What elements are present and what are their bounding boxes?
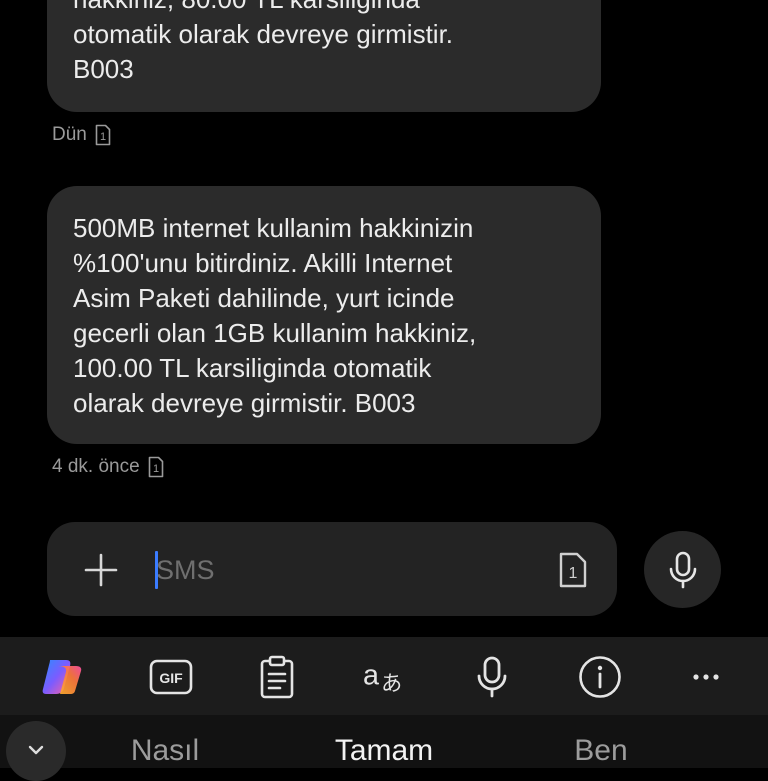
chevron-down-icon <box>28 745 44 755</box>
sim-card-icon: 1 <box>95 124 111 146</box>
message-line: gecerli olan 1GB kullanim hakkiniz, <box>73 318 477 348</box>
message-line: B003 <box>73 54 134 84</box>
sim-number: 1 <box>569 565 578 582</box>
word-suggestion-primary[interactable]: Tamam <box>299 731 469 771</box>
message-bubble[interactable]: hakkiniz, 80.00 TL karsiliginda otomatik… <box>47 0 601 112</box>
message-line: otomatik olarak devreye girmistir. <box>73 19 454 49</box>
clipboard-button[interactable] <box>255 655 299 699</box>
voice-typing-button[interactable] <box>470 655 514 699</box>
copilot-icon <box>42 660 82 694</box>
more-options-button[interactable] <box>684 655 728 699</box>
word-suggestion[interactable]: Nasıl <box>80 731 250 771</box>
message-line: %100'unu bitirdiniz. Akilli Internet <box>73 248 453 278</box>
gif-label: GIF <box>159 670 183 686</box>
voice-input-button[interactable] <box>644 531 721 608</box>
info-icon <box>579 656 621 698</box>
info-button[interactable] <box>578 655 622 699</box>
translate-label: a <box>363 660 379 692</box>
clipboard-icon <box>260 655 294 699</box>
message-meta: Dün 1 <box>52 124 111 146</box>
copilot-button[interactable] <box>40 655 84 699</box>
sim-number: 1 <box>100 131 106 143</box>
text-cursor <box>155 551 158 589</box>
translate-button[interactable]: a あ <box>362 655 406 699</box>
message-line: 100.00 TL karsiliginda otomatik <box>73 353 432 383</box>
message-line: 500MB internet kullanim hakkinizin <box>73 213 474 243</box>
sim-card-icon: 1 <box>148 456 163 478</box>
gif-icon: GIF <box>149 659 193 695</box>
collapse-keyboard-button[interactable] <box>6 721 66 781</box>
translate-label: あ <box>381 670 402 695</box>
plus-icon[interactable] <box>84 553 118 587</box>
translate-icon: a あ <box>363 660 402 696</box>
message-line: olarak devreye girmistir. B003 <box>73 388 416 418</box>
message-timestamp: Dün <box>52 124 87 145</box>
message-line: Asim Paketi dahilinde, yurt icinde <box>73 283 455 313</box>
microphone-icon <box>669 551 696 588</box>
more-icon <box>693 674 719 680</box>
microphone-icon <box>477 656 507 698</box>
message-line: hakkiniz, 80.00 TL karsiliginda <box>73 0 575 17</box>
word-suggestion[interactable]: Ben <box>516 731 686 771</box>
sim-number: 1 <box>153 463 159 475</box>
gif-button[interactable]: GIF <box>149 655 193 699</box>
message-meta: 4 dk. önce 1 <box>52 456 164 478</box>
sim-select-button[interactable]: 1 <box>559 552 587 588</box>
message-bubble[interactable]: 500MB internet kullanim hakkinizin %100'… <box>47 186 601 444</box>
message-timestamp: 4 dk. önce <box>52 456 140 477</box>
sms-input[interactable] <box>152 548 546 592</box>
